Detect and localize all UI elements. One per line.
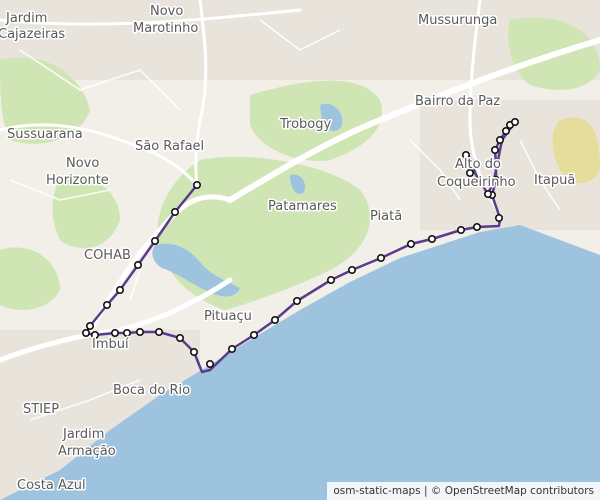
- place-label: Novo: [150, 4, 183, 19]
- place-label: STIEP: [23, 402, 59, 417]
- place-label: Boca do Rio: [113, 383, 190, 398]
- map-attribution: osm-static-maps | © OpenStreetMap contri…: [327, 482, 600, 500]
- route-stop-marker[interactable]: [270, 315, 279, 324]
- route-stop-marker[interactable]: [116, 285, 125, 294]
- route-stop-marker[interactable]: [228, 344, 237, 353]
- route-stop-marker[interactable]: [326, 275, 335, 284]
- route-stop-marker[interactable]: [472, 223, 481, 232]
- route-stop-marker[interactable]: [490, 146, 499, 155]
- route-stop-marker[interactable]: [134, 260, 143, 269]
- place-label: Imbuí: [92, 337, 129, 352]
- route-stop-marker[interactable]: [123, 328, 132, 337]
- route-stop-marker[interactable]: [427, 235, 436, 244]
- place-label: Jardim: [62, 427, 104, 442]
- route-stop-marker[interactable]: [86, 321, 95, 330]
- route-stop-marker[interactable]: [347, 265, 356, 274]
- route-stop-marker[interactable]: [176, 333, 185, 342]
- place-label: Trobogy: [279, 117, 332, 132]
- place-label: Coqueirinho: [437, 175, 516, 190]
- place-label: Jardim: [5, 11, 47, 26]
- place-label: Cajazeiras: [0, 27, 65, 42]
- route-stop-marker[interactable]: [483, 190, 492, 199]
- route-stop-marker[interactable]: [190, 347, 199, 356]
- route-stop-marker[interactable]: [103, 300, 112, 309]
- route-stop-marker[interactable]: [136, 327, 145, 336]
- place-label: Itapuã: [534, 173, 575, 188]
- route-stop-marker[interactable]: [206, 359, 215, 368]
- route-stop-marker[interactable]: [111, 328, 120, 337]
- route-stop-marker[interactable]: [495, 136, 504, 145]
- route-stop-marker[interactable]: [494, 214, 503, 223]
- route-stop-marker[interactable]: [82, 328, 91, 337]
- route-stop-marker[interactable]: [193, 181, 202, 190]
- route-stop-marker[interactable]: [151, 237, 160, 246]
- route-stop-marker[interactable]: [376, 254, 385, 263]
- route-stop-marker[interactable]: [510, 118, 519, 127]
- place-label: Costa Azul: [17, 478, 86, 493]
- place-label: Bairro da Paz: [415, 94, 500, 109]
- place-label: Piatã: [370, 209, 402, 224]
- route-stop-marker[interactable]: [250, 330, 259, 339]
- route-stop-marker[interactable]: [406, 240, 415, 249]
- place-label: Sussuarana: [7, 127, 83, 142]
- place-label: Mussurunga: [418, 13, 497, 28]
- place-label: Alto do: [455, 157, 501, 172]
- map-canvas[interactable]: Jardim Cajazeiras Novo Marotinho Mussuru…: [0, 0, 600, 500]
- place-label: Patamares: [268, 199, 337, 214]
- place-label: Horizonte: [46, 173, 109, 188]
- place-label: Novo: [66, 156, 99, 171]
- place-label: Pituaçu: [204, 309, 252, 324]
- route-stop-marker[interactable]: [292, 296, 301, 305]
- place-label: Armação: [58, 444, 116, 459]
- route-stop-marker[interactable]: [456, 226, 465, 235]
- route-stop-marker[interactable]: [501, 127, 510, 136]
- route-stop-marker[interactable]: [155, 327, 164, 336]
- place-label: São Rafael: [135, 139, 204, 154]
- place-label: Marotinho: [133, 21, 198, 36]
- route-stop-marker[interactable]: [171, 208, 180, 217]
- place-label: COHAB: [84, 248, 131, 263]
